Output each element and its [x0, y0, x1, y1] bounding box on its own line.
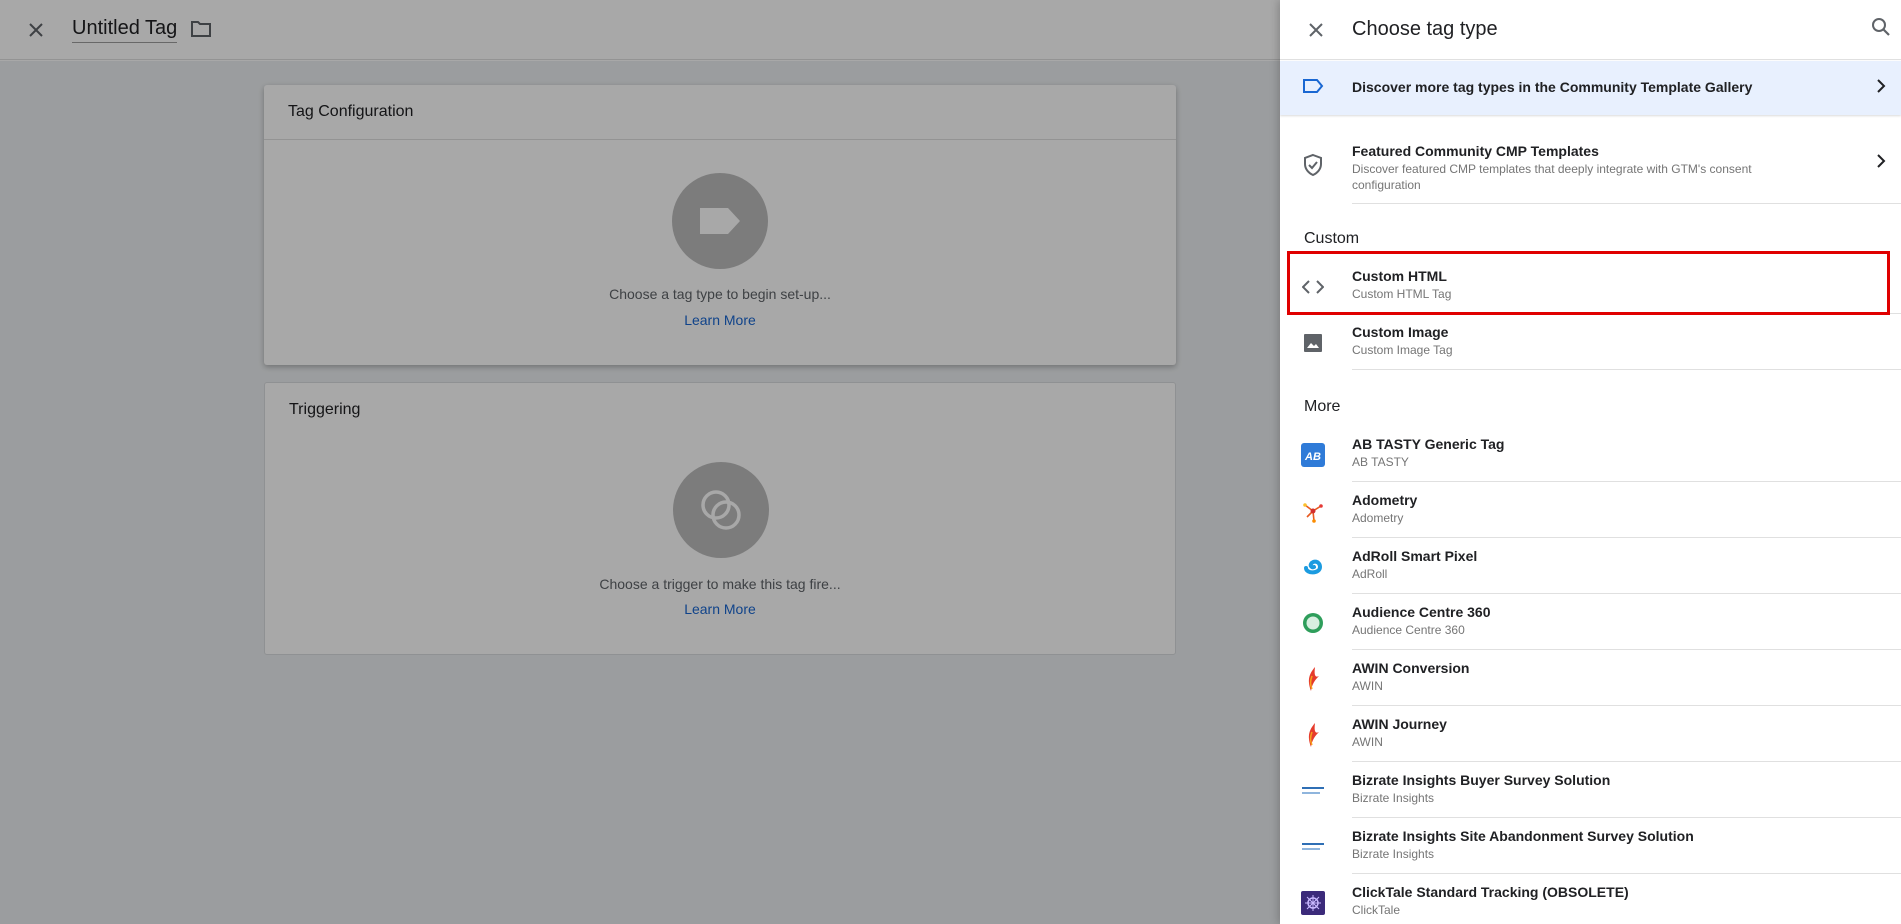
- ab-tasty-generic-tag-item[interactable]: AB AB TASTY Generic Tag AB TASTY: [1280, 426, 1901, 482]
- banner-text: Discover more tag types in the Community…: [1352, 79, 1753, 95]
- item-sub: Adometry: [1352, 511, 1404, 525]
- bizrate-buyer-survey-item[interactable]: Bizrate Insights Buyer Survey Solution B…: [1280, 762, 1901, 818]
- item-sub: Bizrate Insights: [1352, 791, 1435, 805]
- item-name: AB TASTY Generic Tag: [1352, 436, 1505, 452]
- item-name: Bizrate Insights Buyer Survey Solution: [1352, 772, 1611, 788]
- item-name: Adometry: [1352, 492, 1418, 508]
- item-sub: Bizrate Insights: [1352, 847, 1435, 861]
- clicktale-standard-tracking-item[interactable]: ClickTale Standard Tracking (OBSOLETE) C…: [1280, 874, 1901, 924]
- divider: [1352, 369, 1901, 370]
- chevron-right-icon: [1876, 79, 1886, 98]
- item-name: AWIN Journey: [1352, 716, 1447, 732]
- item-name: AdRoll Smart Pixel: [1352, 548, 1478, 564]
- item-name: Custom Image: [1352, 324, 1449, 340]
- panel-header: Choose tag type: [1280, 0, 1901, 60]
- search-icon[interactable]: [1870, 16, 1892, 43]
- awin-logo-icon: [1300, 666, 1326, 692]
- awin-logo-icon: [1300, 722, 1326, 748]
- audience-centre-360-item[interactable]: Audience Centre 360 Audience Centre 360: [1280, 594, 1901, 650]
- svg-text:AB: AB: [1304, 451, 1321, 463]
- audience-centre-logo-icon: [1300, 610, 1326, 636]
- overlay-scrim[interactable]: [0, 0, 1280, 924]
- bizrate-logo-icon: [1300, 834, 1326, 860]
- item-name: Featured Community CMP Templates: [1352, 143, 1599, 159]
- awin-conversion-item[interactable]: AWIN Conversion AWIN: [1280, 650, 1901, 706]
- close-icon[interactable]: [1302, 16, 1330, 44]
- item-name: ClickTale Standard Tracking (OBSOLETE): [1352, 884, 1629, 900]
- adroll-logo-icon: [1300, 554, 1326, 580]
- community-template-gallery-banner[interactable]: Discover more tag types in the Community…: [1280, 61, 1901, 115]
- divider: [1352, 203, 1901, 204]
- item-name: Audience Centre 360: [1352, 604, 1491, 620]
- featured-cmp-templates-item[interactable]: Featured Community CMP Templates Discove…: [1280, 132, 1901, 204]
- bizrate-site-abandonment-item[interactable]: Bizrate Insights Site Abandonment Survey…: [1280, 818, 1901, 874]
- panel-title: Choose tag type: [1352, 18, 1498, 40]
- chevron-right-icon: [1876, 154, 1886, 173]
- tag-outline-icon: [1302, 78, 1324, 99]
- item-sub: Custom Image Tag: [1352, 343, 1453, 357]
- item-sub: AWIN: [1352, 679, 1383, 693]
- item-sub: Audience Centre 360: [1352, 623, 1465, 637]
- item-sub: AB TASTY: [1352, 455, 1409, 469]
- adroll-smart-pixel-item[interactable]: AdRoll Smart Pixel AdRoll: [1280, 538, 1901, 594]
- item-sub: Custom HTML Tag: [1352, 287, 1452, 301]
- section-label-custom: Custom: [1304, 230, 1360, 247]
- section-label-more: More: [1304, 398, 1341, 415]
- custom-image-item[interactable]: Custom Image Custom Image Tag: [1280, 314, 1901, 370]
- clicktale-logo-icon: [1300, 890, 1326, 916]
- item-sub: AdRoll: [1352, 567, 1388, 581]
- item-name: Bizrate Insights Site Abandonment Survey…: [1352, 828, 1694, 844]
- image-icon: [1300, 330, 1326, 356]
- adometry-logo-icon: [1300, 498, 1326, 524]
- item-name: Custom HTML: [1352, 268, 1447, 284]
- item-name: AWIN Conversion: [1352, 660, 1470, 676]
- adometry-item[interactable]: Adometry Adometry: [1280, 482, 1901, 538]
- item-sub: AWIN: [1352, 735, 1383, 749]
- awin-journey-item[interactable]: AWIN Journey AWIN: [1280, 706, 1901, 762]
- bizrate-logo-icon: [1300, 778, 1326, 804]
- choose-tag-type-panel: Choose tag type Featured Community CMP T…: [1280, 0, 1901, 924]
- item-description: Discover featured CMP templates that dee…: [1352, 162, 1752, 192]
- item-sub: ClickTale: [1352, 903, 1401, 917]
- code-icon: [1300, 274, 1326, 300]
- custom-html-item[interactable]: Custom HTML Custom HTML Tag: [1280, 258, 1901, 314]
- ab-tasty-logo-icon: AB: [1300, 442, 1326, 468]
- shield-check-icon: [1300, 152, 1326, 178]
